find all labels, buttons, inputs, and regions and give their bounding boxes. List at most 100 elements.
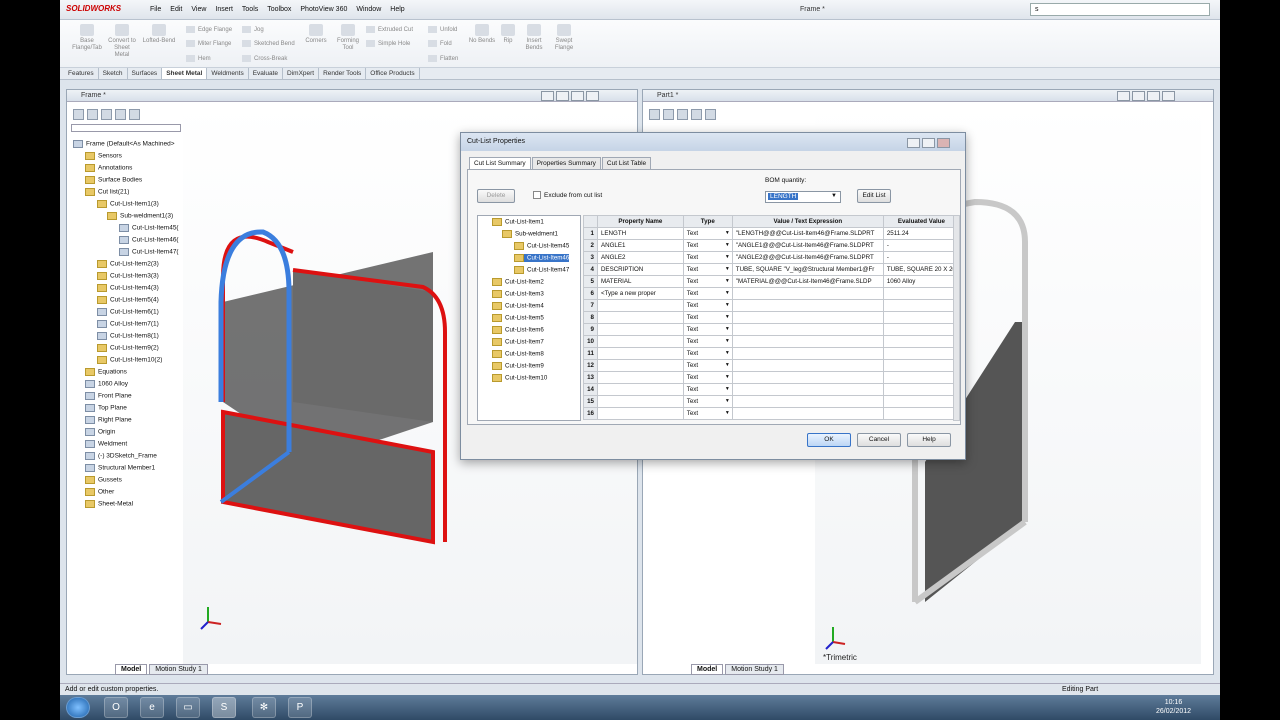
property-name-cell[interactable] <box>596 299 684 312</box>
dtree-cut-list-item10[interactable]: Cut-List-Item10 <box>492 374 547 382</box>
dtree-cut-list-item6[interactable]: Cut-List-Item6 <box>492 326 544 334</box>
part1-tree-tab-icon[interactable] <box>649 109 660 120</box>
menu-view[interactable]: View <box>191 6 206 13</box>
part1-tile-button[interactable] <box>1132 91 1145 101</box>
dtree-cut-list-item1[interactable]: Cut-List-Item1 <box>492 218 544 226</box>
swept-flange-button[interactable]: Swept Flange <box>550 24 578 52</box>
ok-button[interactable]: OK <box>807 433 851 447</box>
part1-tab-model[interactable]: Model <box>691 664 724 675</box>
evaluated-value-cell[interactable]: - <box>882 251 961 264</box>
part1-restore-button[interactable] <box>1117 91 1130 101</box>
tree-cut-list-item4[interactable]: Cut-List-Item4(3) <box>97 284 159 292</box>
menu-insert[interactable]: Insert <box>215 6 233 13</box>
tree-3dsketch-frame[interactable]: (-) 3DSketch_Frame <box>85 452 157 460</box>
value-expression-cell[interactable] <box>731 335 884 348</box>
cross-break-button[interactable]: Cross-Break <box>242 55 287 62</box>
tab-features[interactable]: Features <box>64 68 99 79</box>
tree-sensors[interactable]: Sensors <box>85 152 122 160</box>
type-cell[interactable]: Text ▼ <box>682 323 733 336</box>
value-expression-cell[interactable]: "ANGLE1@@@Cut-List-Item46@Frame.SLDPRT <box>731 239 884 252</box>
tree-cut-list-item8[interactable]: Cut-List-Item8(1) <box>97 332 159 340</box>
delete-button[interactable]: Delete <box>477 189 515 203</box>
fold-button[interactable]: Fold <box>428 40 452 47</box>
type-cell[interactable]: Text ▼ <box>682 395 733 408</box>
rip-button[interactable]: Rip <box>498 24 518 45</box>
evaluated-value-cell[interactable]: 1060 Alloy <box>882 275 961 288</box>
tree-structural-member1[interactable]: Structural Member1 <box>85 464 155 472</box>
tree-cut-list[interactable]: Cut list(21) <box>85 188 129 196</box>
chevron-down-icon[interactable]: ▼ <box>725 350 730 356</box>
chevron-down-icon[interactable]: ▼ <box>725 410 730 416</box>
menu-tools[interactable]: Tools <box>242 6 258 13</box>
type-cell[interactable]: Text ▼ <box>682 383 733 396</box>
chevron-down-icon[interactable]: ▼ <box>725 278 730 284</box>
chevron-down-icon[interactable]: ▼ <box>725 362 730 368</box>
evaluated-value-cell[interactable] <box>882 395 961 408</box>
dialog-close-button[interactable] <box>937 138 950 148</box>
tab-render-tools[interactable]: Render Tools <box>319 68 367 79</box>
chevron-down-icon[interactable]: ▼ <box>725 338 730 344</box>
tree-root-frame[interactable]: Frame (Default<As Machined> <box>73 140 175 148</box>
tree-cut-list-item2[interactable]: Cut-List-Item2(3) <box>97 260 159 268</box>
type-cell[interactable]: Text ▼ <box>682 371 733 384</box>
chevron-down-icon[interactable]: ▼ <box>725 326 730 332</box>
property-name-cell[interactable]: ANGLE2 <box>596 251 684 264</box>
tab-surfaces[interactable]: Surfaces <box>128 68 163 79</box>
cancel-button[interactable]: Cancel <box>857 433 901 447</box>
property-name-cell[interactable]: MATERIAL <box>596 275 684 288</box>
chevron-down-icon[interactable]: ▼ <box>725 398 730 404</box>
value-expression-cell[interactable]: "LENGTH@@@Cut-List-Item46@Frame.SLDPRT <box>731 227 884 240</box>
dtree-cut-list-item46[interactable]: Cut-List-Item46 <box>514 254 570 262</box>
evaluated-value-cell[interactable] <box>882 383 961 396</box>
jog-button[interactable]: Jog <box>242 26 264 33</box>
tree-top-plane[interactable]: Top Plane <box>85 404 127 412</box>
dtree-cut-list-item8[interactable]: Cut-List-Item8 <box>492 350 544 358</box>
tree-sheet-metal[interactable]: Sheet-Metal <box>85 500 133 508</box>
base-flange-button[interactable]: Base Flange/Tab <box>72 24 102 52</box>
chevron-down-icon[interactable]: ▼ <box>725 386 730 392</box>
solidworks-taskbar-icon[interactable]: S <box>212 697 236 718</box>
tab-cut-list-summary[interactable]: Cut List Summary <box>469 157 531 169</box>
tab-properties-summary[interactable]: Properties Summary <box>531 157 601 169</box>
part1-display-tab-icon[interactable] <box>705 109 716 120</box>
dialog-maximize-button[interactable] <box>922 138 935 148</box>
chevron-down-icon[interactable]: ▼ <box>725 302 730 308</box>
value-expression-cell[interactable]: TUBE, SQUARE "V_leg@Structural Member1@F… <box>731 263 884 276</box>
evaluated-value-cell[interactable] <box>882 371 961 384</box>
type-cell[interactable]: Text ▼ <box>682 299 733 312</box>
tab-model[interactable]: Model <box>115 664 148 675</box>
chevron-down-icon[interactable]: ▼ <box>725 290 730 296</box>
value-expression-cell[interactable] <box>731 359 884 372</box>
edit-list-button[interactable]: Edit List <box>857 189 891 203</box>
part1-config-tab-icon[interactable] <box>677 109 688 120</box>
property-name-cell[interactable]: LENGTH <box>596 227 684 240</box>
sketched-bend-button[interactable]: Sketched Bend <box>242 40 295 47</box>
feature-tree-tab-icon[interactable] <box>73 109 84 120</box>
tree-cut-list-item46[interactable]: Cut-List-Item46( <box>119 236 179 244</box>
search-input[interactable]: s <box>1030 3 1210 16</box>
type-cell[interactable]: Text ▼ <box>682 347 733 360</box>
config-tab-icon[interactable] <box>101 109 112 120</box>
part1-close-button[interactable] <box>1162 91 1175 101</box>
menu-window[interactable]: Window <box>356 6 381 13</box>
dtree-cut-list-item9[interactable]: Cut-List-Item9 <box>492 362 544 370</box>
tree-cut-list-item5[interactable]: Cut-List-Item5(4) <box>97 296 159 304</box>
powerpoint-icon[interactable]: P <box>288 697 312 718</box>
convert-to-sheet-metal-button[interactable]: Convert to Sheet Metal <box>106 24 138 59</box>
dtree-cut-list-item7[interactable]: Cut-List-Item7 <box>492 338 544 346</box>
tab-dimxpert[interactable]: DimXpert <box>283 68 320 79</box>
type-cell[interactable]: Text ▼ <box>682 251 733 264</box>
menu-help[interactable]: Help <box>390 6 404 13</box>
chevron-down-icon[interactable]: ▼ <box>725 254 730 260</box>
dimxpert-tab-icon[interactable] <box>115 109 126 120</box>
evaluated-value-cell[interactable] <box>882 407 961 420</box>
property-name-cell[interactable] <box>596 371 684 384</box>
evaluated-value-cell[interactable] <box>882 323 961 336</box>
forming-tool-button[interactable]: Forming Tool <box>334 24 362 52</box>
type-cell[interactable]: Text ▼ <box>682 311 733 324</box>
filter-input[interactable] <box>71 124 181 132</box>
type-cell[interactable]: Text ▼ <box>682 263 733 276</box>
evaluated-value-cell[interactable]: - <box>882 239 961 252</box>
chevron-down-icon[interactable]: ▼ <box>725 242 730 248</box>
start-button-icon[interactable] <box>66 697 90 718</box>
